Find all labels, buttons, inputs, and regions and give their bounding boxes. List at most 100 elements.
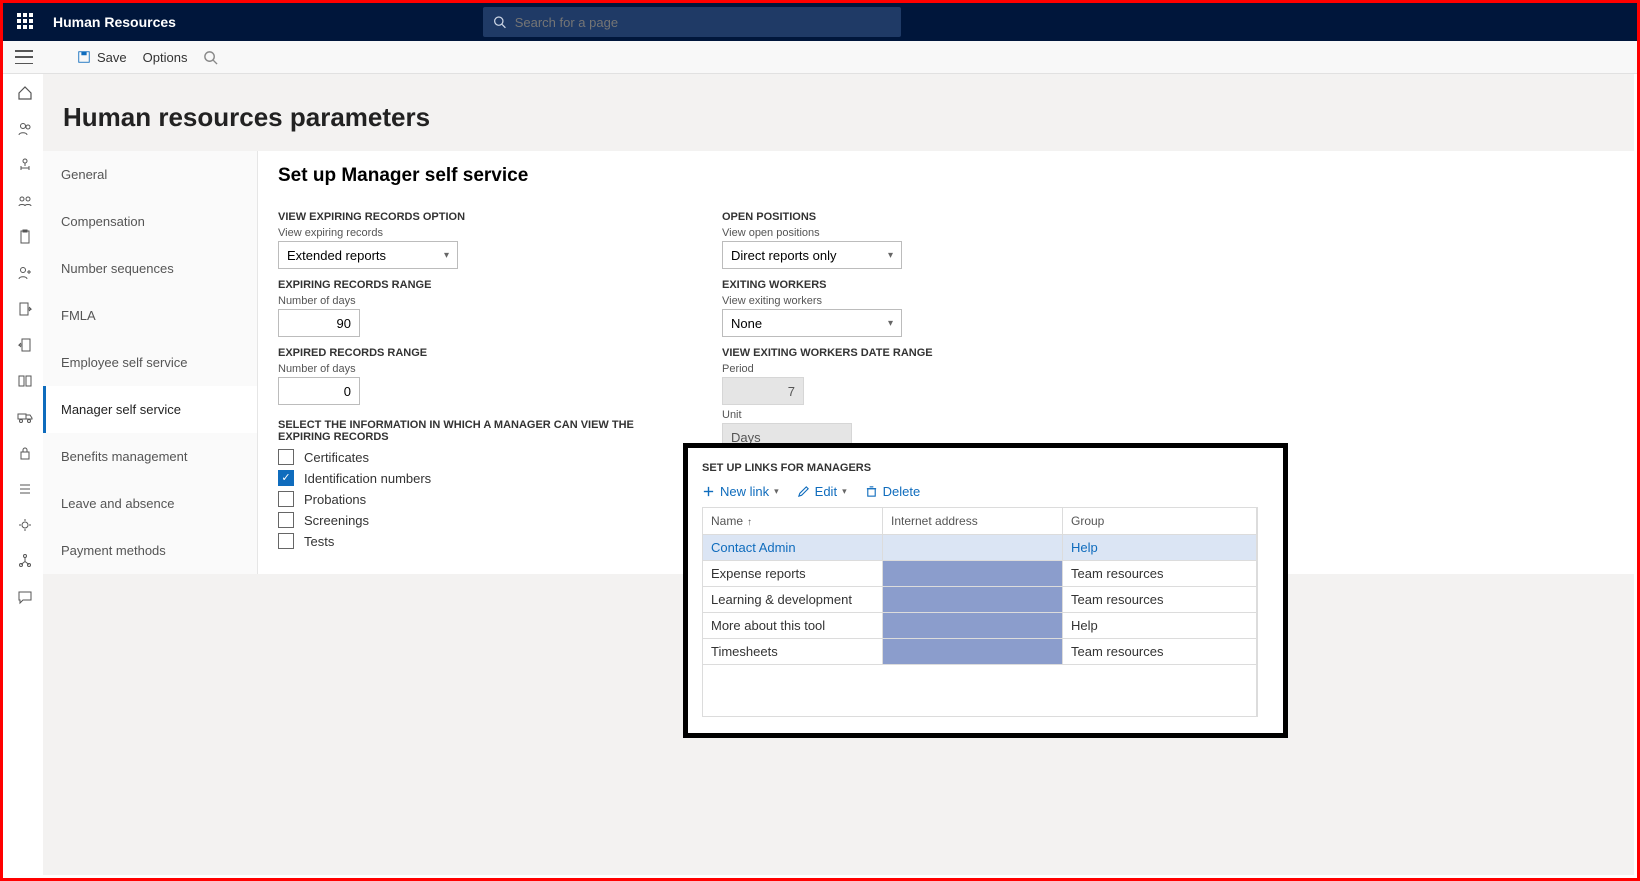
vtab-employee-self-service[interactable]: Employee self service: [43, 339, 257, 386]
select-value: None: [731, 316, 762, 331]
vtab-manager-self-service[interactable]: Manager self service: [43, 386, 257, 433]
search-icon: [203, 50, 218, 65]
save-button[interactable]: Save: [77, 50, 127, 65]
chevron-down-icon: ▾: [444, 250, 449, 261]
label-expiring-days: Number of days: [278, 295, 688, 307]
checkbox-label: Tests: [304, 534, 334, 549]
chevron-down-icon: ▾: [888, 250, 893, 261]
options-button[interactable]: Options: [143, 50, 188, 65]
vtab-compensation[interactable]: Compensation: [43, 198, 257, 245]
checkbox-screenings[interactable]: Screenings: [278, 512, 688, 528]
vertical-tabs: General Compensation Number sequences FM…: [43, 151, 258, 574]
checkbox-box: [278, 491, 294, 507]
label-open-positions: View open positions: [722, 227, 1132, 239]
waffle-icon[interactable]: [17, 13, 35, 31]
button-label: Delete: [883, 484, 921, 499]
section-view-expiring: VIEW EXPIRING RECORDS OPTION: [278, 211, 688, 223]
people-icon[interactable]: [16, 120, 34, 138]
doc-left-icon[interactable]: [16, 336, 34, 354]
label-expired-days: Number of days: [278, 363, 688, 375]
cell-address: [883, 587, 1063, 613]
table-row[interactable]: Contact Admin Help: [703, 535, 1257, 561]
checkbox-box: [278, 512, 294, 528]
input-expiring-days[interactable]: 90: [278, 309, 360, 337]
forms-icon[interactable]: [16, 372, 34, 390]
section-expiring-range: EXPIRING RECORDS RANGE: [278, 279, 688, 291]
list-icon[interactable]: [16, 480, 34, 498]
button-label: Edit: [815, 484, 837, 499]
pencil-icon: [797, 485, 810, 498]
cell-name: Learning & development: [703, 587, 883, 613]
plus-icon: [702, 485, 715, 498]
select-view-expiring[interactable]: Extended reports ▾: [278, 241, 458, 269]
checkbox-label: Probations: [304, 492, 366, 507]
save-label: Save: [97, 50, 127, 65]
chevron-down-icon: ▾: [888, 318, 893, 329]
search-input[interactable]: [515, 15, 892, 30]
team-icon[interactable]: [16, 192, 34, 210]
cell-name: Contact Admin: [703, 535, 883, 561]
cell-name: More about this tool: [703, 613, 883, 639]
lock-icon[interactable]: [16, 444, 34, 462]
options-label: Options: [143, 50, 188, 65]
checkbox-group: Certificates Identification numbers Prob…: [278, 449, 688, 549]
doc-right-icon[interactable]: [16, 300, 34, 318]
hamburger-icon[interactable]: [15, 50, 33, 64]
table-row[interactable]: Timesheets Team resources: [703, 639, 1257, 665]
cell-address: [883, 561, 1063, 587]
vtab-number-sequences[interactable]: Number sequences: [43, 245, 257, 292]
select-open-positions[interactable]: Direct reports only ▾: [722, 241, 902, 269]
vtab-benefits-management[interactable]: Benefits management: [43, 433, 257, 480]
chat-icon[interactable]: [16, 588, 34, 606]
home-icon[interactable]: [16, 84, 34, 102]
section-links: SET UP LINKS FOR MANAGERS: [702, 462, 1269, 474]
section-expired-range: EXPIRED RECORDS RANGE: [278, 347, 688, 359]
section-exiting-workers: EXITING WORKERS: [722, 279, 1132, 291]
checkbox-label: Screenings: [304, 513, 369, 528]
save-icon: [77, 50, 91, 64]
vtab-fmla[interactable]: FMLA: [43, 292, 257, 339]
vtab-payment-methods[interactable]: Payment methods: [43, 527, 257, 574]
person-add-icon[interactable]: [16, 264, 34, 282]
tools-icon[interactable]: [16, 516, 34, 534]
select-exiting-workers[interactable]: None ▾: [722, 309, 902, 337]
edit-button[interactable]: Edit ▾: [797, 484, 847, 499]
cell-name: Timesheets: [703, 639, 883, 665]
column-name[interactable]: Name↑: [703, 508, 883, 535]
clipboard-icon[interactable]: [16, 228, 34, 246]
delete-button[interactable]: Delete: [865, 484, 921, 499]
label-unit: Unit: [722, 409, 1132, 421]
checkbox-certificates[interactable]: Certificates: [278, 449, 688, 465]
action-search-button[interactable]: [203, 50, 218, 65]
column-internet-address[interactable]: Internet address: [883, 508, 1063, 535]
checkbox-probations[interactable]: Probations: [278, 491, 688, 507]
column-group[interactable]: Group: [1063, 508, 1257, 535]
vtab-general[interactable]: General: [43, 151, 257, 198]
cell-address: [883, 535, 1063, 561]
org-icon[interactable]: [16, 156, 34, 174]
top-nav-bar: Human Resources: [3, 3, 1637, 41]
chevron-down-icon: ▾: [842, 486, 847, 497]
new-link-button[interactable]: New link ▾: [702, 484, 779, 499]
table-scroll-gutter: [1257, 507, 1269, 717]
label-period: Period: [722, 363, 1132, 375]
table-row[interactable]: More about this tool Help: [703, 613, 1257, 639]
left-column: VIEW EXPIRING RECORDS OPTION View expiri…: [278, 201, 688, 554]
select-value: Direct reports only: [731, 248, 836, 263]
section-select-info: SELECT THE INFORMATION IN WHICH A MANAGE…: [278, 419, 688, 443]
branch-icon[interactable]: [16, 552, 34, 570]
table-row[interactable]: Learning & development Team resources: [703, 587, 1257, 613]
vtab-leave-and-absence[interactable]: Leave and absence: [43, 480, 257, 527]
truck-icon[interactable]: [16, 408, 34, 426]
checkbox-tests[interactable]: Tests: [278, 533, 688, 549]
checkbox-identification-numbers[interactable]: Identification numbers: [278, 470, 688, 486]
cell-group: Help: [1063, 613, 1257, 639]
cell-group: Team resources: [1063, 587, 1257, 613]
table-spacer-row: [703, 665, 1257, 717]
global-search[interactable]: [483, 7, 901, 37]
links-table: Name↑ Internet address Group Contact Adm…: [702, 507, 1257, 717]
table-row[interactable]: Expense reports Team resources: [703, 561, 1257, 587]
trash-icon: [865, 485, 878, 498]
input-expired-days[interactable]: 0: [278, 377, 360, 405]
action-bar: Save Options: [3, 41, 1637, 74]
